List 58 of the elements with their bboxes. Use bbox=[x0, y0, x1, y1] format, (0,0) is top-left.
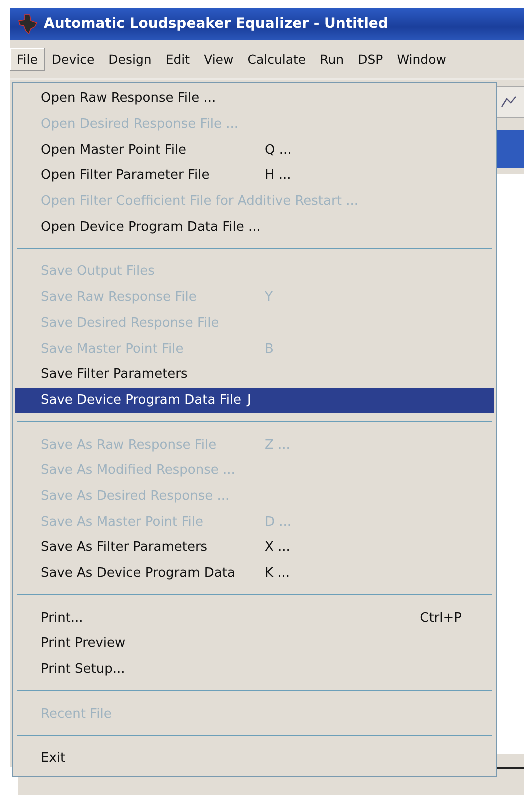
accelerator-text: Ctrl+P bbox=[420, 610, 462, 626]
menu-entry[interactable]: Save Device Program Data File J bbox=[15, 388, 494, 414]
shortcut-key: K ... bbox=[265, 566, 290, 582]
menu-item[interactable]: Device bbox=[44, 48, 102, 70]
graph-icon bbox=[501, 95, 517, 109]
menu-item[interactable]: Design bbox=[102, 48, 159, 70]
shortcut-key: B bbox=[265, 342, 274, 357]
shortcut-key: Z ... bbox=[265, 438, 290, 453]
menu-entry-label: Open Filter Coefficient File for Additive Restart ... bbox=[41, 194, 358, 210]
menu-entry-label: Save Output Files bbox=[41, 264, 155, 280]
menu-entry-label: Save As Modified Response ... bbox=[41, 463, 236, 478]
menu-item[interactable]: Calculate bbox=[240, 48, 314, 70]
shortcut-key: Q ... bbox=[265, 142, 292, 158]
menu-entry[interactable]: Open Device Program Data File ... bbox=[15, 214, 494, 240]
menu-entry-label: Open Device Program Data File ... bbox=[41, 220, 261, 235]
menu-entry-label: Print Setup... bbox=[41, 662, 126, 678]
menu-entry[interactable]: Save As Filter Parameters X ... bbox=[15, 535, 494, 561]
shortcut-key: H ... bbox=[265, 168, 292, 184]
menu-entry-label: Save Raw Response File bbox=[41, 290, 197, 306]
menu-entry-label: Save As Device Program Data bbox=[41, 566, 236, 582]
menu-entry-label: Save Master Point File bbox=[41, 342, 184, 357]
menu-entry[interactable]: Print Setup... bbox=[15, 656, 494, 682]
menu-entry[interactable]: Open Master Point File Q ... bbox=[15, 137, 494, 164]
menu-entry[interactable]: Print Preview bbox=[15, 631, 494, 657]
menu-entry[interactable]: Save As Device Program Data K ... bbox=[15, 560, 494, 586]
menu-entry-label: Save Device Program Data File bbox=[41, 392, 242, 408]
menu-entry-label: Save Filter Parameters bbox=[41, 367, 188, 382]
menu-item[interactable]: Window bbox=[390, 48, 454, 70]
menu-item[interactable]: Edit bbox=[158, 48, 198, 70]
menu-entry-label: Open Filter Parameter File bbox=[41, 168, 210, 184]
menu-entry-label: Save As Filter Parameters bbox=[41, 540, 208, 556]
menu-entry-label: Open Master Point File bbox=[41, 142, 187, 158]
shortcut-key: X ... bbox=[265, 540, 290, 556]
menu-entry-label: Exit bbox=[41, 751, 66, 766]
menu-entry[interactable]: Open Raw Response File ... bbox=[15, 86, 494, 112]
menu-entry-label: Recent File bbox=[41, 706, 112, 722]
menu-item[interactable]: View bbox=[197, 48, 241, 70]
menu-entry-label: Save Desired Response File bbox=[41, 316, 220, 331]
menu-entry-label: Save As Desired Response ... bbox=[41, 488, 230, 504]
menu-entry[interactable]: Exit bbox=[15, 746, 494, 772]
menu-entry-label: Open Desired Response File ... bbox=[41, 117, 239, 132]
menu-entry[interactable]: Save Filter Parameters bbox=[15, 362, 494, 388]
shortcut-key: Y bbox=[265, 290, 273, 306]
menu-item[interactable]: Run bbox=[313, 48, 352, 70]
shortcut-key: D ... bbox=[265, 514, 292, 530]
menu-item[interactable]: File bbox=[10, 48, 45, 70]
state-map-logo-icon bbox=[16, 12, 40, 36]
panel-header bbox=[495, 130, 524, 168]
menu-entry-label: Save As Raw Response File bbox=[41, 438, 217, 453]
menu-entry-label: Print Preview bbox=[41, 636, 126, 652]
window-title: Automatic Loudspeaker Equalizer - Untitled bbox=[44, 16, 388, 32]
menu-entry[interactable]: Print... Ctrl+P bbox=[15, 605, 494, 632]
shortcut-key: J bbox=[248, 392, 252, 408]
menu-entry[interactable]: Open Filter Parameter File H ... bbox=[15, 163, 494, 189]
menu-entry-label: Open Raw Response File ... bbox=[41, 91, 216, 106]
menu-entry-label: Print... bbox=[41, 610, 84, 626]
menu-item[interactable]: DSP bbox=[351, 48, 390, 70]
menu-entry-label: Save As Master Point File bbox=[41, 514, 204, 530]
